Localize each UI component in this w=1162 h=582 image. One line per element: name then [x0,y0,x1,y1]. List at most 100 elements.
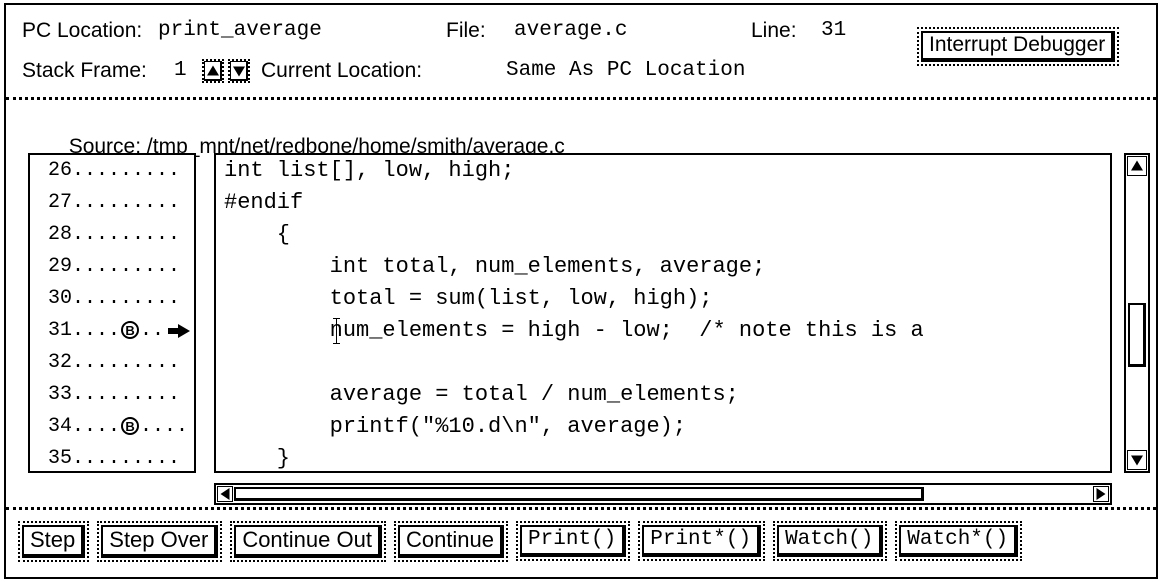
source-panel-divider [6,97,1156,100]
command-button-print[interactable]: Print() [516,521,631,562]
triangle-down-icon [1131,455,1143,466]
line-number: 34 [48,415,73,438]
line-number: 29 [48,255,73,278]
source-panel: Source: /tmp_mnt/net/redbone/home/smith/… [6,97,1156,511]
code-line-text: num_elements = high - low; /* note this … [224,318,924,343]
scroll-left-button[interactable] [217,486,233,502]
status-header: PC Location: print_average File: average… [6,5,1156,97]
command-button-label: Continue [397,525,505,559]
command-button-continue-out[interactable]: Continue Out [230,521,386,563]
horizontal-scrollbar[interactable] [214,483,1112,505]
line-number: 27 [48,191,73,214]
text-caret [333,318,340,344]
code-line[interactable]: average = total / num_elements; [216,379,1110,411]
stack-frame-up-box [204,61,222,81]
command-button-watch[interactable]: Watch*() [895,521,1023,562]
gutter-dots: ......... [72,287,181,310]
code-line[interactable]: num_elements = high - low; /* note this … [216,315,1110,347]
scroll-right-button[interactable] [1093,486,1109,502]
gutter-dots: ......... [72,159,181,182]
line-label: Line: [751,19,797,42]
line-number: 32 [48,351,73,374]
vertical-scrollbar[interactable] [1124,153,1150,473]
pc-arrow-icon [168,324,190,338]
line-number: 35 [48,447,73,470]
line-number: 28 [48,223,73,246]
triangle-down-icon [232,66,245,76]
stack-frame-down-box [230,61,248,81]
command-button-step[interactable]: Step [18,521,90,563]
command-button-label: Step [22,525,86,559]
code-line-text: { [224,222,291,247]
scroll-up-button[interactable] [1127,156,1147,176]
triangle-left-icon [220,488,230,500]
pc-location-label: PC Location: [22,19,143,42]
command-button-label: Watch() [777,525,884,558]
stack-frame-value: 1 [174,59,187,82]
file-label: File: [446,19,486,42]
code-line-text: printf("%10.d\n", average); [224,414,687,439]
triangle-up-icon [206,65,219,75]
file-value: average.c [514,19,628,42]
current-location-label: Current Location: [261,59,423,82]
header-row-stack-frame: Stack Frame: 1 Current Location: Same As… [6,53,1156,89]
gutter-dots: ......... [72,191,181,214]
code-line[interactable]: int total, num_elements, average; [216,251,1110,283]
gutter-row[interactable]: 34.... B.... [30,411,194,443]
stack-frame-down-button[interactable] [228,59,250,83]
stack-frame-up-button[interactable] [202,59,224,83]
gutter-row[interactable]: 26......... [30,155,194,187]
code-line[interactable]: printf("%10.d\n", average); [216,411,1110,443]
gutter-row[interactable]: 35......... [30,443,194,471]
command-button-continue[interactable]: Continue [393,521,509,563]
command-button-label: Step Over [101,525,219,559]
command-bar-divider [6,507,1156,510]
scroll-down-button[interactable] [1127,450,1147,470]
command-button-print[interactable]: Print*() [638,521,766,562]
triangle-up-icon [1131,160,1143,171]
gutter-row[interactable]: 28......... [30,219,194,251]
breakpoint-icon[interactable]: B [121,320,140,339]
code-line[interactable] [216,347,1110,379]
code-line-text: average = total / num_elements; [224,382,739,407]
code-line-text: int total, num_elements, average; [224,254,766,279]
current-location-value: Same As PC Location [506,59,746,82]
gutter-row[interactable]: 33......... [30,379,194,411]
gutter-row[interactable]: 31.... B.. [30,315,194,347]
gutter-dots: ......... [72,447,181,470]
code-line-text: } [224,446,291,471]
command-button-label: Continue Out [234,525,382,559]
vertical-scrollbar-thumb[interactable] [1128,303,1146,367]
horizontal-scrollbar-thumb[interactable] [234,487,924,501]
window-frame: PC Location: print_average File: average… [4,3,1158,579]
line-number-gutter[interactable]: 26......... 27......... 28......... 29.....… [28,153,196,473]
gutter-dots: .... [72,319,121,342]
breakpoint-icon[interactable]: B [121,416,140,435]
code-line[interactable]: #endif [216,187,1110,219]
code-line[interactable]: { [216,219,1110,251]
gutter-row[interactable]: 29......... [30,251,194,283]
gutter-dots: .... [140,415,189,438]
command-button-watch[interactable]: Watch() [773,521,888,562]
line-number: 33 [48,383,73,406]
gutter-row[interactable]: 32......... [30,347,194,379]
gutter-dots: ......... [72,223,181,246]
line-number: 30 [48,287,73,310]
pc-location-value: print_average [158,19,322,42]
code-line[interactable]: } [216,443,1110,471]
code-line[interactable]: total = sum(list, low, high); [216,283,1110,315]
line-number: 26 [48,159,73,182]
line-number: 31 [48,319,73,342]
code-line-text: total = sum(list, low, high); [224,286,713,311]
command-button-step-over[interactable]: Step Over [97,521,223,563]
code-line[interactable]: int list[], low, high; [216,155,1110,187]
gutter-row[interactable]: 30......... [30,283,194,315]
command-button-label: Print*() [642,525,762,558]
pc-arrow-head [178,324,190,338]
gutter-row[interactable]: 27......... [30,187,194,219]
gutter-dots: .. [140,319,165,342]
gutter-dots: .... [72,415,121,438]
command-button-label: Watch*() [899,525,1019,558]
code-view[interactable]: int list[], low, high; #endif { int total… [214,153,1112,473]
triangle-right-icon [1096,488,1106,500]
